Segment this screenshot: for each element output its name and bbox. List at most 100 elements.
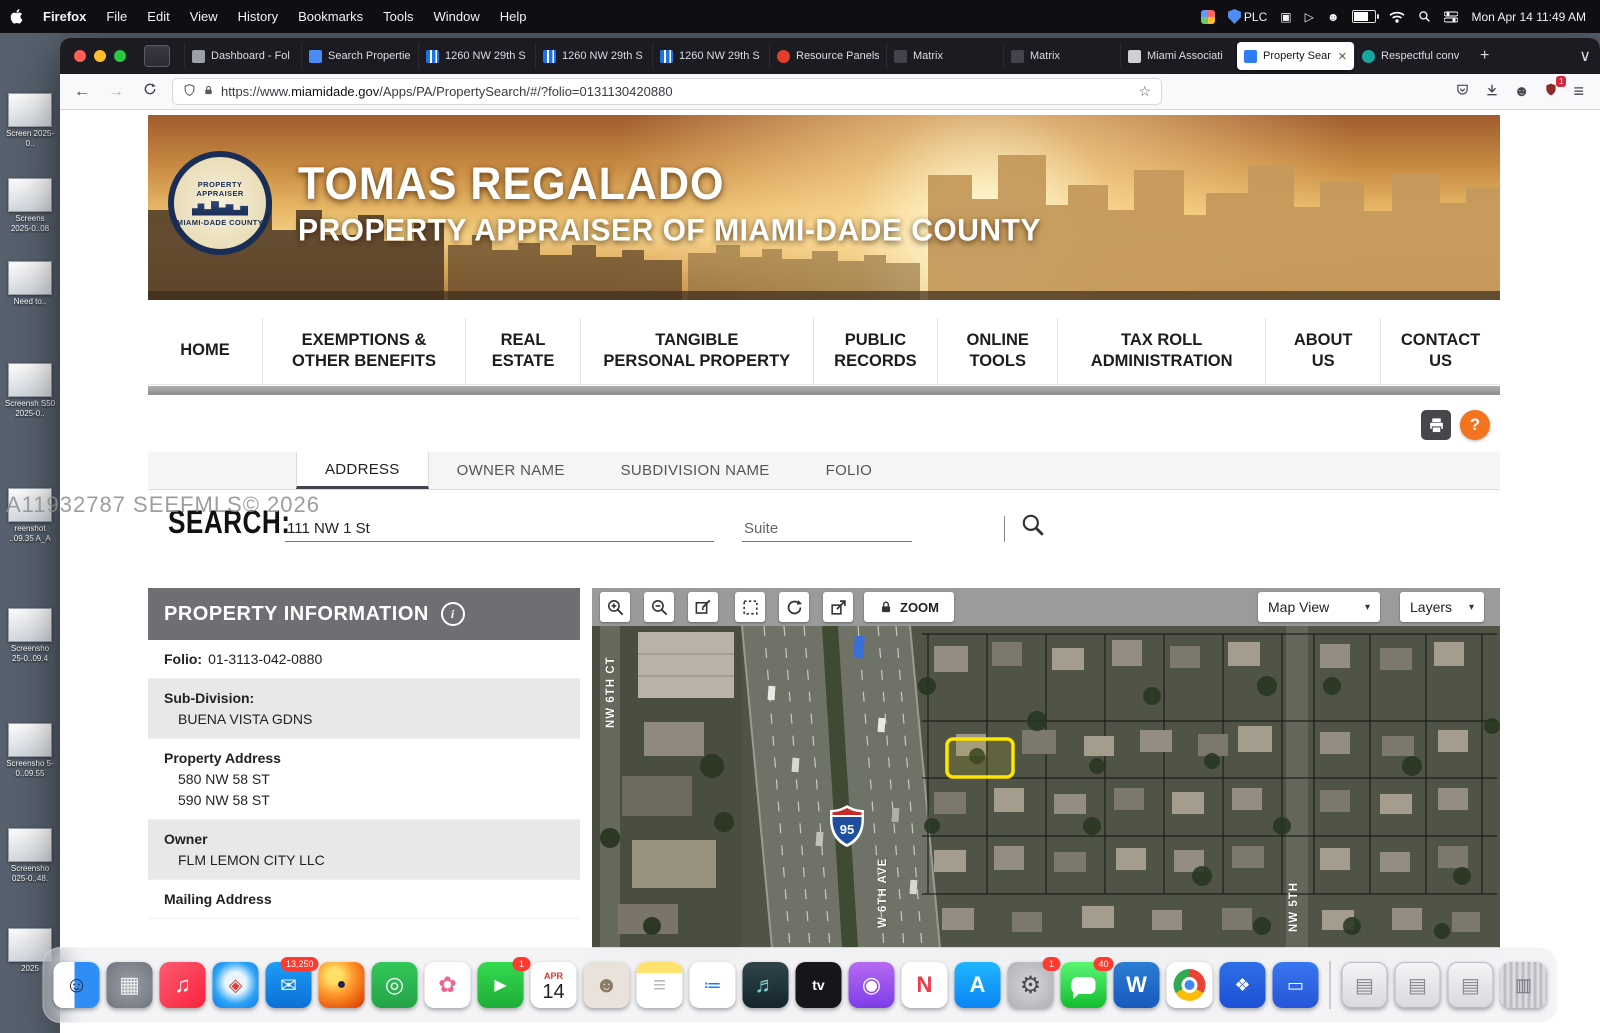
new-tab-button[interactable]: + <box>1471 47 1498 65</box>
dock-settings[interactable]: ⚙1 <box>1008 962 1054 1008</box>
dock-contacts[interactable]: ☻ <box>584 962 630 1008</box>
dock-finder[interactable]: ☺ <box>54 962 100 1008</box>
downloads-icon[interactable] <box>1485 83 1499 101</box>
dock-trash[interactable]: ▥ <box>1501 962 1547 1008</box>
spotlight-search-icon[interactable] <box>1418 10 1431 23</box>
menu-firefox[interactable]: Firefox <box>33 9 96 24</box>
url-bar[interactable]: https://www.miamidade.gov/Apps/PA/Proper… <box>172 78 1162 105</box>
wifi-icon[interactable] <box>1389 11 1405 23</box>
forward-button[interactable]: → <box>104 83 128 101</box>
map-zoom-in-button[interactable] <box>600 592 630 622</box>
tab-property-search-active[interactable]: Property Sear✕ <box>1237 42 1354 70</box>
tab-close-icon[interactable]: ✕ <box>1338 50 1347 63</box>
menu-help[interactable]: Help <box>490 9 537 24</box>
tab-folio[interactable]: FOLIO <box>798 452 901 489</box>
tab-matrix-2[interactable]: Matrix <box>1003 42 1120 70</box>
dock-garageband[interactable]: ♬ <box>743 962 789 1008</box>
nav-tangible-personal-property[interactable]: TANGIBLE PERSONAL PROPERTY <box>580 318 813 384</box>
dock-minimized-window-2[interactable]: ▤ <box>1395 962 1441 1008</box>
dock-reminders[interactable]: ≔ <box>690 962 736 1008</box>
dock-find-my[interactable]: ◎ <box>372 962 418 1008</box>
tab-dashboard[interactable]: Dashboard - Fol <box>184 42 301 70</box>
dock-chrome[interactable] <box>1167 962 1213 1008</box>
firefox-view-icon[interactable] <box>144 45 170 67</box>
info-icon[interactable]: i <box>441 602 465 626</box>
tab-1260-nw-29th-2[interactable]: 1260 NW 29th S <box>535 42 652 70</box>
tracking-shield-icon[interactable] <box>183 83 196 100</box>
address-search-input[interactable] <box>285 516 714 542</box>
print-button[interactable] <box>1421 410 1451 440</box>
map-refresh-button[interactable] <box>779 592 809 622</box>
suite-input[interactable] <box>742 516 912 542</box>
adblock-shield-icon[interactable]: 1 <box>1544 82 1558 101</box>
tab-respectful-conv[interactable]: Respectful conv <box>1354 42 1471 70</box>
dock-safari[interactable]: ◈ <box>213 962 259 1008</box>
menu-edit[interactable]: Edit <box>137 9 179 24</box>
dock-photos[interactable]: ✿ <box>425 962 471 1008</box>
desktop-file[interactable]: Screens 2025-0..08 <box>4 178 56 233</box>
layers-dropdown[interactable]: Layers▾ <box>1400 592 1484 622</box>
close-window-button[interactable] <box>74 50 86 62</box>
map-export-button[interactable] <box>823 592 853 622</box>
tab-owner-name[interactable]: OWNER NAME <box>429 452 593 489</box>
dock-podcasts[interactable]: ◉ <box>849 962 895 1008</box>
desktop-file[interactable]: Screen 2025-0.. <box>4 93 56 148</box>
dock-word[interactable]: W <box>1114 962 1160 1008</box>
menu-view[interactable]: View <box>180 9 228 24</box>
desktop-file[interactable]: Screensho 5-0..09.55 <box>4 723 56 778</box>
bookmark-star-icon[interactable]: ☆ <box>1138 83 1151 100</box>
tab-search-properties[interactable]: Search Propertie <box>301 42 418 70</box>
tab-resource-panels[interactable]: Resource Panels <box>769 42 886 70</box>
dock-minimized-window-1[interactable]: ▤ <box>1342 962 1388 1008</box>
dock-firefox[interactable]: ● <box>319 962 365 1008</box>
screen-mirroring-icon[interactable]: ▣ <box>1280 10 1291 24</box>
nav-exemptions[interactable]: EXEMPTIONS & OTHER BENEFITS <box>262 318 465 384</box>
search-submit-icon[interactable] <box>1020 512 1046 543</box>
playback-icon[interactable]: ▷ <box>1305 10 1314 24</box>
reload-button[interactable] <box>138 82 162 101</box>
map-sketch-button[interactable] <box>688 592 718 622</box>
dock-display[interactable]: ▭ <box>1273 962 1319 1008</box>
nav-tax-roll-administration[interactable]: TAX ROLL ADMINISTRATION <box>1057 318 1265 384</box>
nav-home[interactable]: HOME <box>148 318 262 384</box>
nav-about-us[interactable]: ABOUT US <box>1265 318 1380 384</box>
desktop-file[interactable]: Need to.. <box>4 261 56 307</box>
dock-news[interactable]: N <box>902 962 948 1008</box>
dock-music[interactable]: ♫ <box>160 962 206 1008</box>
dock-apple-tv[interactable]: tv <box>796 962 842 1008</box>
minimize-window-button[interactable] <box>94 50 106 62</box>
nav-contact-us[interactable]: CONTACT US <box>1380 318 1500 384</box>
battery-icon[interactable] <box>1352 10 1376 23</box>
help-button[interactable]: ? <box>1460 410 1490 440</box>
pocket-icon[interactable] <box>1455 83 1470 101</box>
dock-launchpad[interactable]: ▦ <box>107 962 153 1008</box>
aerial-map[interactable]: 95 <box>592 626 1500 948</box>
dock-dropbox[interactable]: ❖ <box>1220 962 1266 1008</box>
map-zoom-mode-button[interactable]: ZOOM <box>864 592 954 622</box>
desktop-file[interactable]: Screensho 025-0..48. <box>4 828 56 883</box>
nav-real-estate[interactable]: REAL ESTATE <box>465 318 580 384</box>
desktop-file[interactable]: Screensh S50 2025-0.. <box>4 363 56 418</box>
menu-tools[interactable]: Tools <box>373 9 423 24</box>
dock-app-store[interactable]: A <box>955 962 1001 1008</box>
map-zoom-out-button[interactable] <box>644 592 674 622</box>
tab-1260-nw-29th-3[interactable]: 1260 NW 29th S <box>652 42 769 70</box>
nav-public-records[interactable]: PUBLIC RECORDS <box>813 318 938 384</box>
tab-miami-association[interactable]: Miami Associati <box>1120 42 1237 70</box>
tab-subdivision-name[interactable]: SUBDIVISION NAME <box>593 452 798 489</box>
dock-facetime[interactable]: ▶1 <box>478 962 524 1008</box>
desktop-file[interactable]: Screensho 25-0..09.4 <box>4 608 56 663</box>
apple-menu-icon[interactable] <box>0 9 33 24</box>
menu-file[interactable]: File <box>96 9 137 24</box>
plc-shield-icon[interactable]: PLC <box>1228 9 1267 24</box>
all-tabs-button[interactable]: ∨ <box>1570 46 1600 66</box>
zoom-window-button[interactable] <box>114 50 126 62</box>
back-button[interactable]: ← <box>70 83 94 101</box>
dock-notes[interactable]: ≡ <box>637 962 683 1008</box>
tab-matrix-1[interactable]: Matrix <box>886 42 1003 70</box>
menu-window[interactable]: Window <box>424 9 490 24</box>
menu-clock[interactable]: Mon Apr 14 11:49 AM <box>1471 10 1586 24</box>
account-icon[interactable]: ☻ <box>1514 83 1530 100</box>
lock-icon[interactable] <box>203 84 214 100</box>
hamburger-menu-icon[interactable]: ≡ <box>1573 81 1584 102</box>
